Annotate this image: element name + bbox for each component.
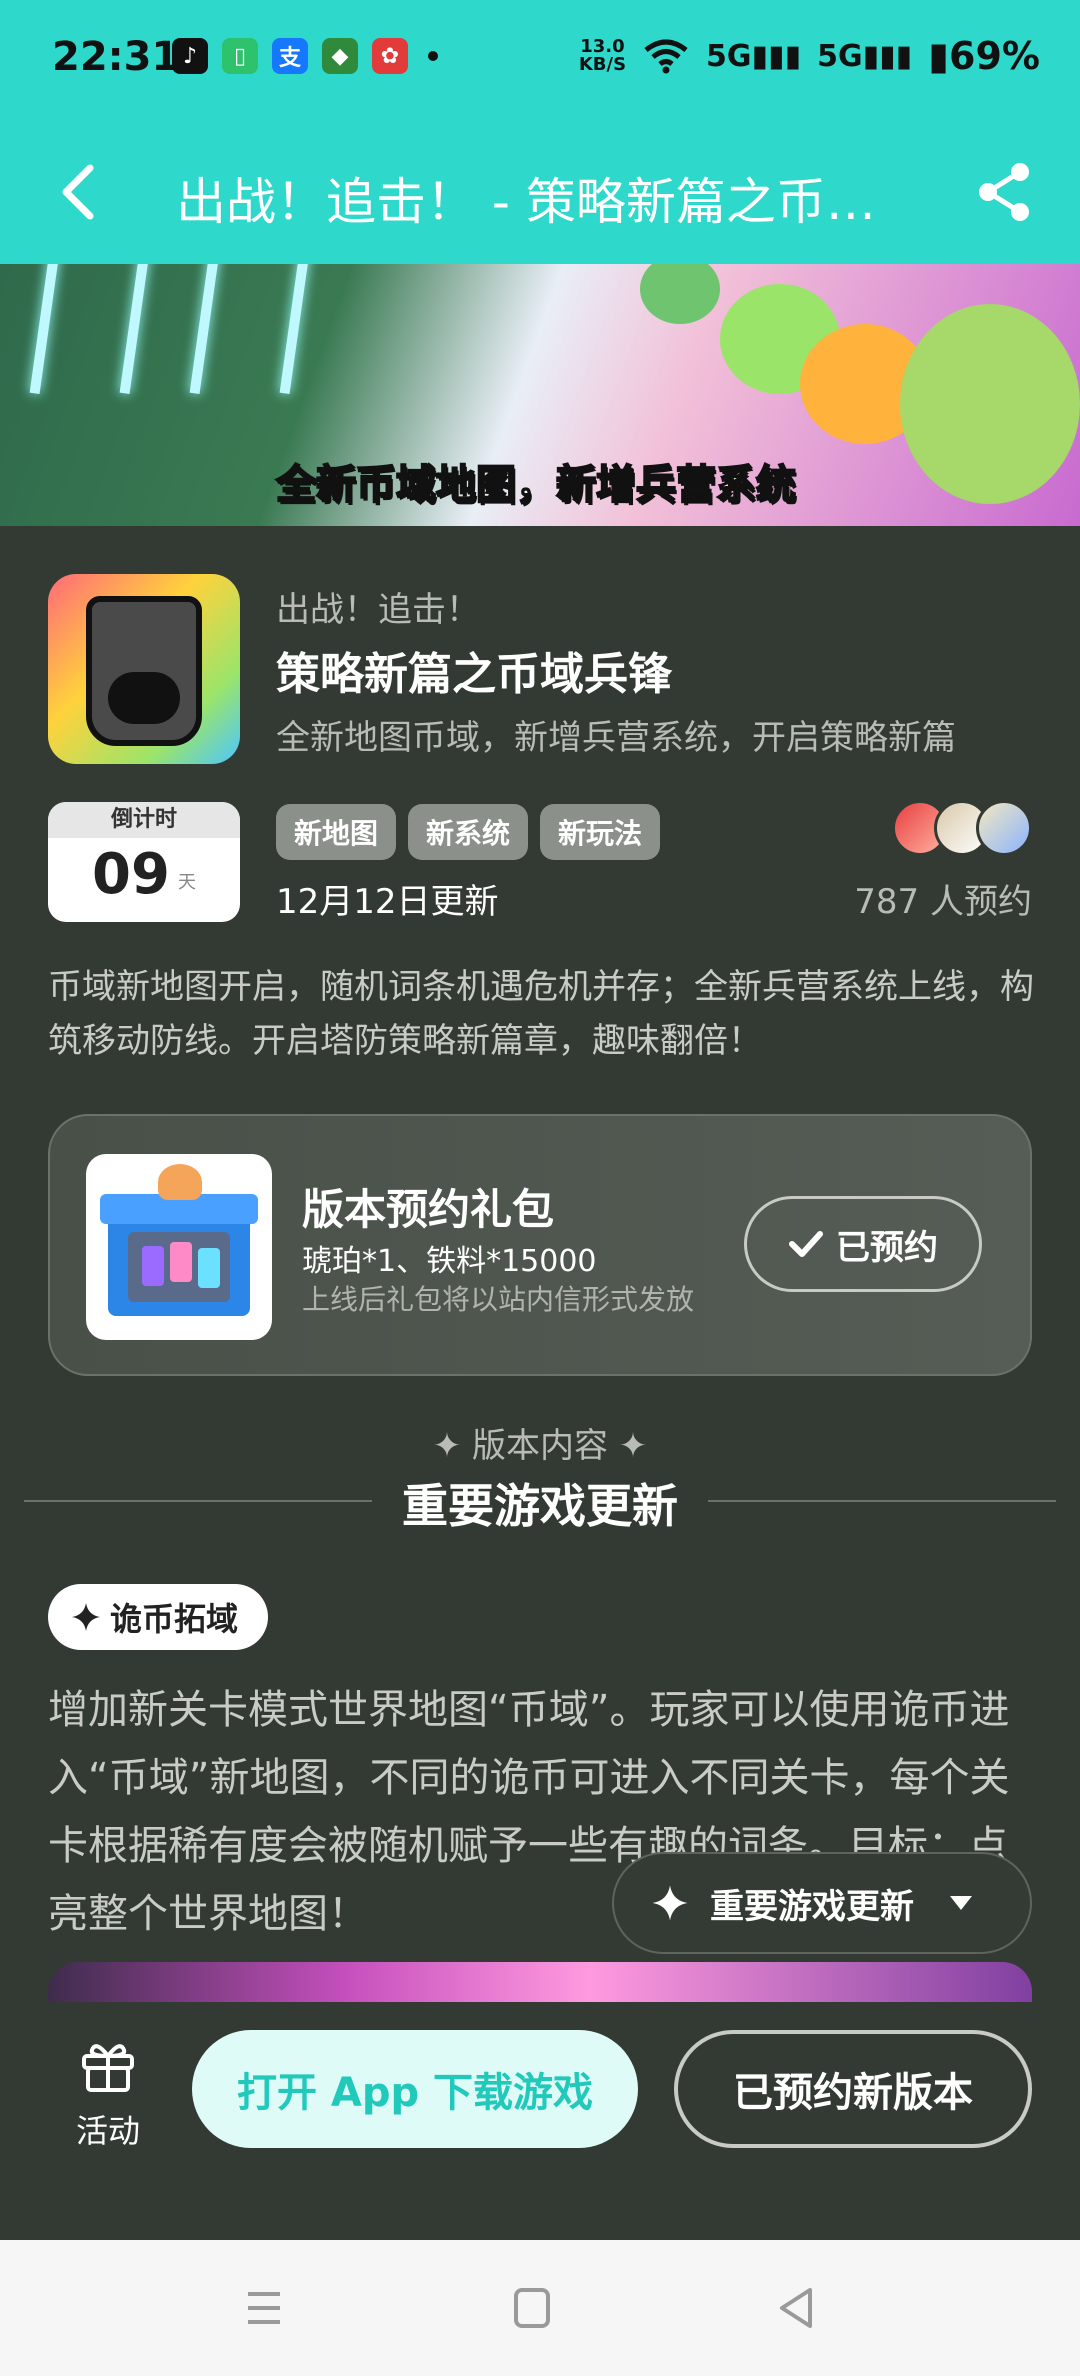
open-app-button[interactable]: 打开 App 下载游戏: [192, 2030, 638, 2148]
countdown-unit: 天: [178, 872, 196, 893]
gift-box-icon: [86, 1154, 272, 1340]
section-label: ✦ 版本内容 ✦: [432, 1426, 648, 1466]
title-bar: 出战！追击！ - 策略新篇之币域兵锋: [0, 120, 1080, 264]
shop-app-icon: ✿: [372, 38, 408, 74]
hero-banner[interactable]: 全新币域地图，新增兵营系统: [0, 264, 1080, 526]
gift-reserved-button[interactable]: 已预约: [744, 1196, 982, 1292]
game-app-icon: ◆: [322, 38, 358, 74]
countdown-value: 09: [92, 842, 170, 907]
monster-figure: [640, 264, 720, 324]
status-bar: 22:31 ♪ ▯ 支 ◆ ✿ 13.0 KB/S 5G▮▮▮ 5G▮▮▮ ▮6…: [0, 0, 1080, 120]
battery-indicator: ▮69%: [928, 34, 1040, 78]
tag-new-gameplay: 新玩法: [540, 804, 661, 860]
notification-icons: ♪ ▯ 支 ◆ ✿: [172, 38, 438, 74]
alipay-icon: 支: [272, 38, 308, 74]
signal-2-label: 5G: [817, 38, 863, 74]
reserved-version-button[interactable]: 已预约新版本: [674, 2030, 1032, 2148]
signal-1-icon: 5G▮▮▮: [706, 38, 802, 74]
system-navigation-bar: [0, 2240, 1080, 2376]
menu-icon[interactable]: [234, 2280, 294, 2336]
activity-label: 活动: [75, 2112, 140, 2150]
more-notifications-icon: [428, 51, 438, 61]
feature-pill: 诡币拓域: [48, 1584, 269, 1650]
avatar: [976, 800, 1032, 856]
back-triangle-icon[interactable]: [766, 2280, 826, 2336]
light-streak: [119, 264, 151, 394]
light-streak: [189, 264, 221, 394]
crystal-graphic: [170, 1242, 192, 1282]
back-arrow-icon[interactable]: [50, 160, 110, 224]
share-icon[interactable]: [972, 160, 1036, 224]
reservation-gift-card[interactable]: 版本预约礼包 琥珀*1、铁料*15000 上线后礼包将以站内信形式发放 已预约: [48, 1114, 1032, 1376]
update-intro: 币域新地图开启，随机词条机遇危机并存；全新兵营系统上线，构筑移动防线。开启塔防策…: [48, 967, 1034, 1061]
app-icon: [48, 574, 240, 764]
feature-image: [48, 1962, 1032, 2002]
shadow-creature-graphic: [108, 672, 180, 724]
signal-1-label: 5G: [706, 38, 752, 74]
tiktok-icon: ♪: [172, 38, 208, 74]
reservation-count: 787 人预约: [854, 882, 1032, 922]
feature-pill-label: 诡币拓域: [110, 1600, 239, 1638]
status-time: 22:31: [52, 34, 180, 80]
tag-list: 新地图 新系统 新玩法: [276, 804, 661, 860]
checkmark-icon: [789, 1231, 823, 1257]
home-icon[interactable]: [502, 2280, 562, 2336]
game-title: 策略新篇之币域兵锋: [276, 649, 672, 700]
gift-items: 琥珀*1、铁料*15000: [302, 1244, 597, 1279]
tag-new-map: 新地图: [276, 804, 397, 860]
wifi-icon: [644, 39, 688, 74]
banner-caption: 全新币域地图，新增兵营系统: [275, 461, 797, 509]
status-right: 13.0 KB/S 5G▮▮▮ 5G▮▮▮ ▮69%: [579, 34, 1040, 78]
gift-button-label: 已预约: [836, 1227, 938, 1268]
net-speed: 13.0 KB/S: [579, 38, 626, 74]
reserver-avatars: [892, 800, 1032, 856]
light-streak: [29, 264, 61, 394]
section-jump-dropdown[interactable]: 重要游戏更新: [612, 1852, 1032, 1954]
game-subtitle: 出战！追击！: [276, 590, 480, 630]
monster-figure: [900, 304, 1080, 504]
section-title: 重要游戏更新: [402, 1479, 678, 1533]
page-title: 出战！追击！ - 策略新篇之币域兵锋: [176, 173, 916, 231]
signal-2-icon: 5G▮▮▮: [817, 38, 913, 74]
crystal-graphic: [142, 1246, 164, 1286]
gift-title: 版本预约礼包: [302, 1185, 555, 1234]
light-streak: [279, 264, 311, 394]
section-jump-label: 重要游戏更新: [710, 1886, 914, 1927]
gift-box-bow: [158, 1164, 202, 1200]
gift-icon: [82, 2044, 134, 2092]
bottom-action-bar: 活动 打开 App 下载游戏 已预约新版本: [0, 2002, 1080, 2240]
tag-new-system: 新系统: [408, 804, 529, 860]
crystal-graphic: [198, 1248, 220, 1288]
countdown-label: 倒计时: [48, 802, 240, 838]
sparkle-icon: [652, 1885, 688, 1921]
game-description: 全新地图币域，新增兵营系统，开启策略新篇: [276, 718, 956, 758]
activity-button[interactable]: 活动: [60, 2036, 156, 2152]
sparkle-icon: [72, 1603, 100, 1631]
battery-saver-icon: ▯: [222, 38, 258, 74]
update-date: 12月12日更新: [276, 882, 499, 922]
net-speed-unit: KB/S: [578, 54, 627, 75]
battery-level: 69%: [949, 34, 1040, 78]
caret-down-icon: [950, 1896, 972, 1910]
gift-note: 上线后礼包将以站内信形式发放: [302, 1283, 695, 1316]
countdown-badge: 倒计时 09 天: [48, 802, 240, 922]
